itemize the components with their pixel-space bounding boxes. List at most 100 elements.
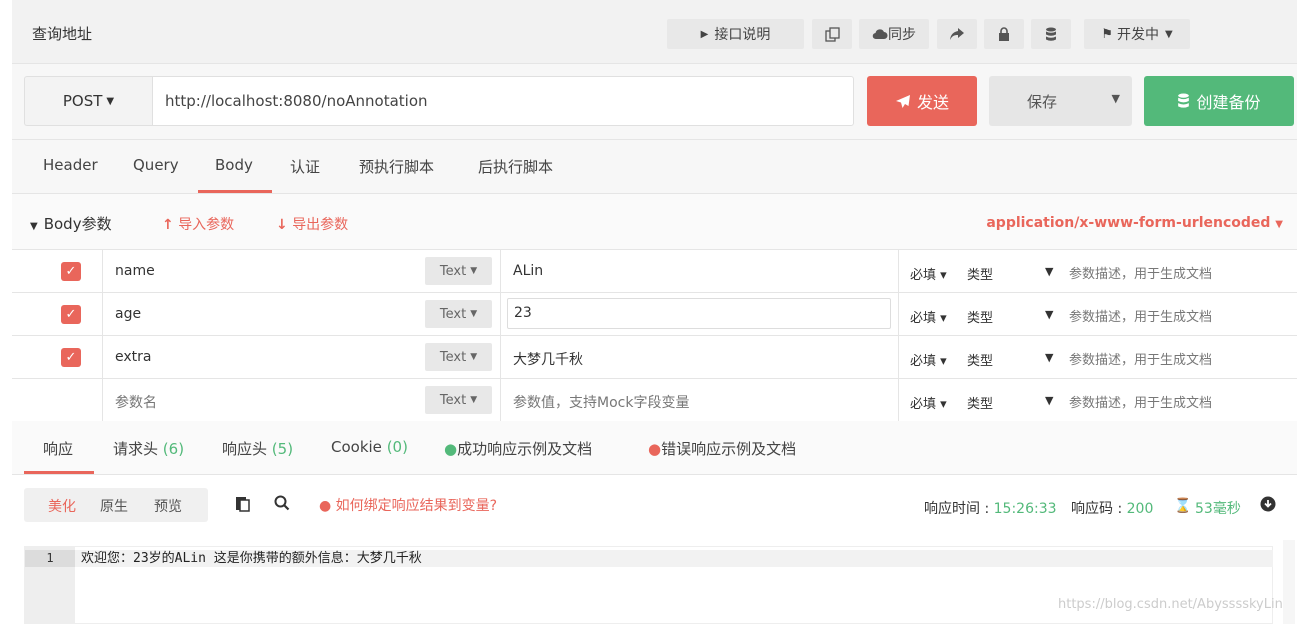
response-body-text: 欢迎您：23岁的ALin 这是你携带的额外信息：大梦几千秋 xyxy=(81,551,422,566)
send-button[interactable]: 发送 xyxy=(867,76,977,126)
response-code: 响应码 : 200 xyxy=(1071,498,1153,518)
param-value-cell: 大梦几千秋 xyxy=(500,336,899,378)
import-params-button[interactable]: ↑ 导入参数 xyxy=(162,214,234,234)
param-desc[interactable]: 参数描述，用于生成文档 xyxy=(1069,263,1212,282)
table-row: ✓ name Text ▼ ALin 必填 ▾ 类型 ▼ 参数描述，用于生成文档 xyxy=(12,250,1297,293)
param-name[interactable]: name xyxy=(115,263,155,279)
body-params-toggle[interactable]: ▼ Body参数 xyxy=(30,213,112,234)
response-duration: 53毫秒 xyxy=(1195,501,1241,517)
param-desc[interactable]: 参数描述，用于生成文档 xyxy=(1069,306,1212,325)
view-beautify[interactable]: 美化 xyxy=(48,496,76,516)
response-editor[interactable]: 1 欢迎您：23岁的ALin 这是你携带的额外信息：大梦几千秋 xyxy=(24,546,1273,624)
required-label: 必填 xyxy=(910,311,937,326)
caret-down-icon: ▼ xyxy=(1275,219,1283,230)
tab-query[interactable]: Query xyxy=(133,156,179,174)
param-value[interactable]: 大梦几千秋 xyxy=(513,349,583,369)
kind-select[interactable]: 类型 xyxy=(967,350,993,369)
scrollbar[interactable] xyxy=(1283,540,1295,624)
param-desc[interactable]: 参数描述，用于生成文档 xyxy=(1069,392,1212,411)
param-value[interactable]: ALin xyxy=(513,263,543,279)
required-select[interactable]: 必填 ▾ xyxy=(910,264,947,283)
tab-error-doc[interactable]: ●错误响应示例及文档 xyxy=(648,438,796,459)
tab-label: 响应头 xyxy=(222,440,268,458)
view-preview[interactable]: 预览 xyxy=(154,496,182,516)
status-label: 开发中 xyxy=(1116,27,1159,43)
share-button[interactable] xyxy=(937,19,977,49)
kind-select[interactable]: 类型 xyxy=(967,264,993,283)
tab-label: 错误响应示例及文档 xyxy=(661,440,797,458)
param-value-input[interactable]: 23 xyxy=(507,298,891,329)
caret-down-icon: ▼ xyxy=(1045,351,1054,364)
view-raw[interactable]: 原生 xyxy=(100,496,128,516)
tab-header[interactable]: Header xyxy=(43,156,98,174)
caret-down-icon: ▼ xyxy=(1045,394,1054,407)
content-type-select[interactable]: application/x-www-form-urlencoded ▼ xyxy=(986,215,1283,231)
required-select[interactable]: 必填 ▾ xyxy=(910,393,947,412)
copy-button[interactable] xyxy=(812,19,852,49)
api-doc-label: 接口说明 xyxy=(714,27,771,43)
status-dropdown[interactable]: ⚑ 开发中 ▼ xyxy=(1084,19,1190,49)
response-tabs: 响应 请求头 (6) 响应头 (5) Cookie (0) ●成功响应示例及文档… xyxy=(12,421,1297,475)
api-doc-button[interactable]: ▶ 接口说明 xyxy=(667,19,804,49)
caret-down-icon: ▼ xyxy=(470,266,478,276)
caret-down-icon: ▼ xyxy=(1045,308,1054,321)
tab-pre-script[interactable]: 预执行脚本 xyxy=(359,156,434,177)
param-type-label: Text xyxy=(439,263,467,279)
param-type-select[interactable]: Text ▼ xyxy=(425,300,492,328)
clipboard-icon[interactable] xyxy=(234,495,250,516)
line-number: 1 xyxy=(25,550,75,567)
param-type-select[interactable]: Text ▼ xyxy=(425,386,492,414)
param-type-select[interactable]: Text ▼ xyxy=(425,257,492,285)
hourglass-icon: ⌛ xyxy=(1174,498,1192,514)
count-badge: (6) xyxy=(162,440,185,458)
method-select[interactable]: POST ▼ xyxy=(24,76,152,126)
create-backup-button[interactable]: 创建备份 xyxy=(1144,76,1294,126)
sync-button[interactable]: 同步 xyxy=(859,19,929,49)
tab-request-headers[interactable]: 请求头 (6) xyxy=(113,438,184,459)
required-select[interactable]: 必填 ▾ xyxy=(910,350,947,369)
tab-label: 成功响应示例及文档 xyxy=(457,440,593,458)
param-name-placeholder[interactable]: 参数名 xyxy=(115,392,157,412)
response-time-value: 15:26:33 xyxy=(993,501,1057,517)
share-icon xyxy=(950,28,964,40)
param-name[interactable]: age xyxy=(115,306,141,322)
search-icon[interactable] xyxy=(274,495,290,515)
tab-post-script[interactable]: 后执行脚本 xyxy=(478,156,553,177)
param-name[interactable]: extra xyxy=(115,349,151,365)
enable-checkbox[interactable]: ✓ xyxy=(61,262,81,281)
tab-body[interactable]: Body xyxy=(215,156,253,174)
copy-icon xyxy=(824,26,840,42)
active-tab-indicator xyxy=(24,471,94,474)
param-value-placeholder[interactable]: 参数值，支持Mock字段变量 xyxy=(513,392,689,412)
enable-checkbox[interactable]: ✓ xyxy=(61,348,81,367)
response-toolbar: 美化 原生 预览 ● 如何绑定响应结果到变量? 响应时间 : 15:26:33 … xyxy=(12,475,1297,540)
save-button[interactable]: 保存 ▼ xyxy=(989,76,1132,126)
param-value-cell: 23 xyxy=(500,293,899,335)
database-button[interactable] xyxy=(1031,19,1071,49)
export-params-button[interactable]: ↓ 导出参数 xyxy=(276,214,348,234)
body-params-title: Body参数 xyxy=(43,215,112,233)
sync-label: 同步 xyxy=(888,27,916,43)
tab-auth[interactable]: 认证 xyxy=(290,156,320,177)
database-icon xyxy=(1178,93,1190,108)
enable-checkbox[interactable]: ✓ xyxy=(61,305,81,324)
tab-success-doc[interactable]: ●成功响应示例及文档 xyxy=(444,438,592,459)
kind-select[interactable]: 类型 xyxy=(967,307,993,326)
tab-cookie[interactable]: Cookie (0) xyxy=(331,438,408,456)
page-title: 查询地址 xyxy=(32,25,93,43)
kind-select[interactable]: 类型 xyxy=(967,393,993,412)
required-select[interactable]: 必填 ▾ xyxy=(910,307,947,326)
url-input[interactable]: http://localhost:8080/noAnnotation xyxy=(152,76,854,126)
tab-response[interactable]: 响应 xyxy=(43,438,73,459)
lock-button[interactable] xyxy=(984,19,1024,49)
caret-down-icon: ▼ xyxy=(470,309,478,319)
required-label: 必填 xyxy=(910,397,937,412)
check-circle-icon: ● xyxy=(444,440,458,458)
tab-response-headers[interactable]: 响应头 (5) xyxy=(222,438,293,459)
download-circle-icon[interactable] xyxy=(1260,496,1276,516)
bind-response-help-link[interactable]: ● 如何绑定响应结果到变量? xyxy=(319,495,497,515)
param-desc[interactable]: 参数描述，用于生成文档 xyxy=(1069,349,1212,368)
caret-down-icon[interactable]: ▼ xyxy=(1112,92,1120,105)
export-params-label: 导出参数 xyxy=(292,217,349,233)
param-type-select[interactable]: Text ▼ xyxy=(425,343,492,371)
